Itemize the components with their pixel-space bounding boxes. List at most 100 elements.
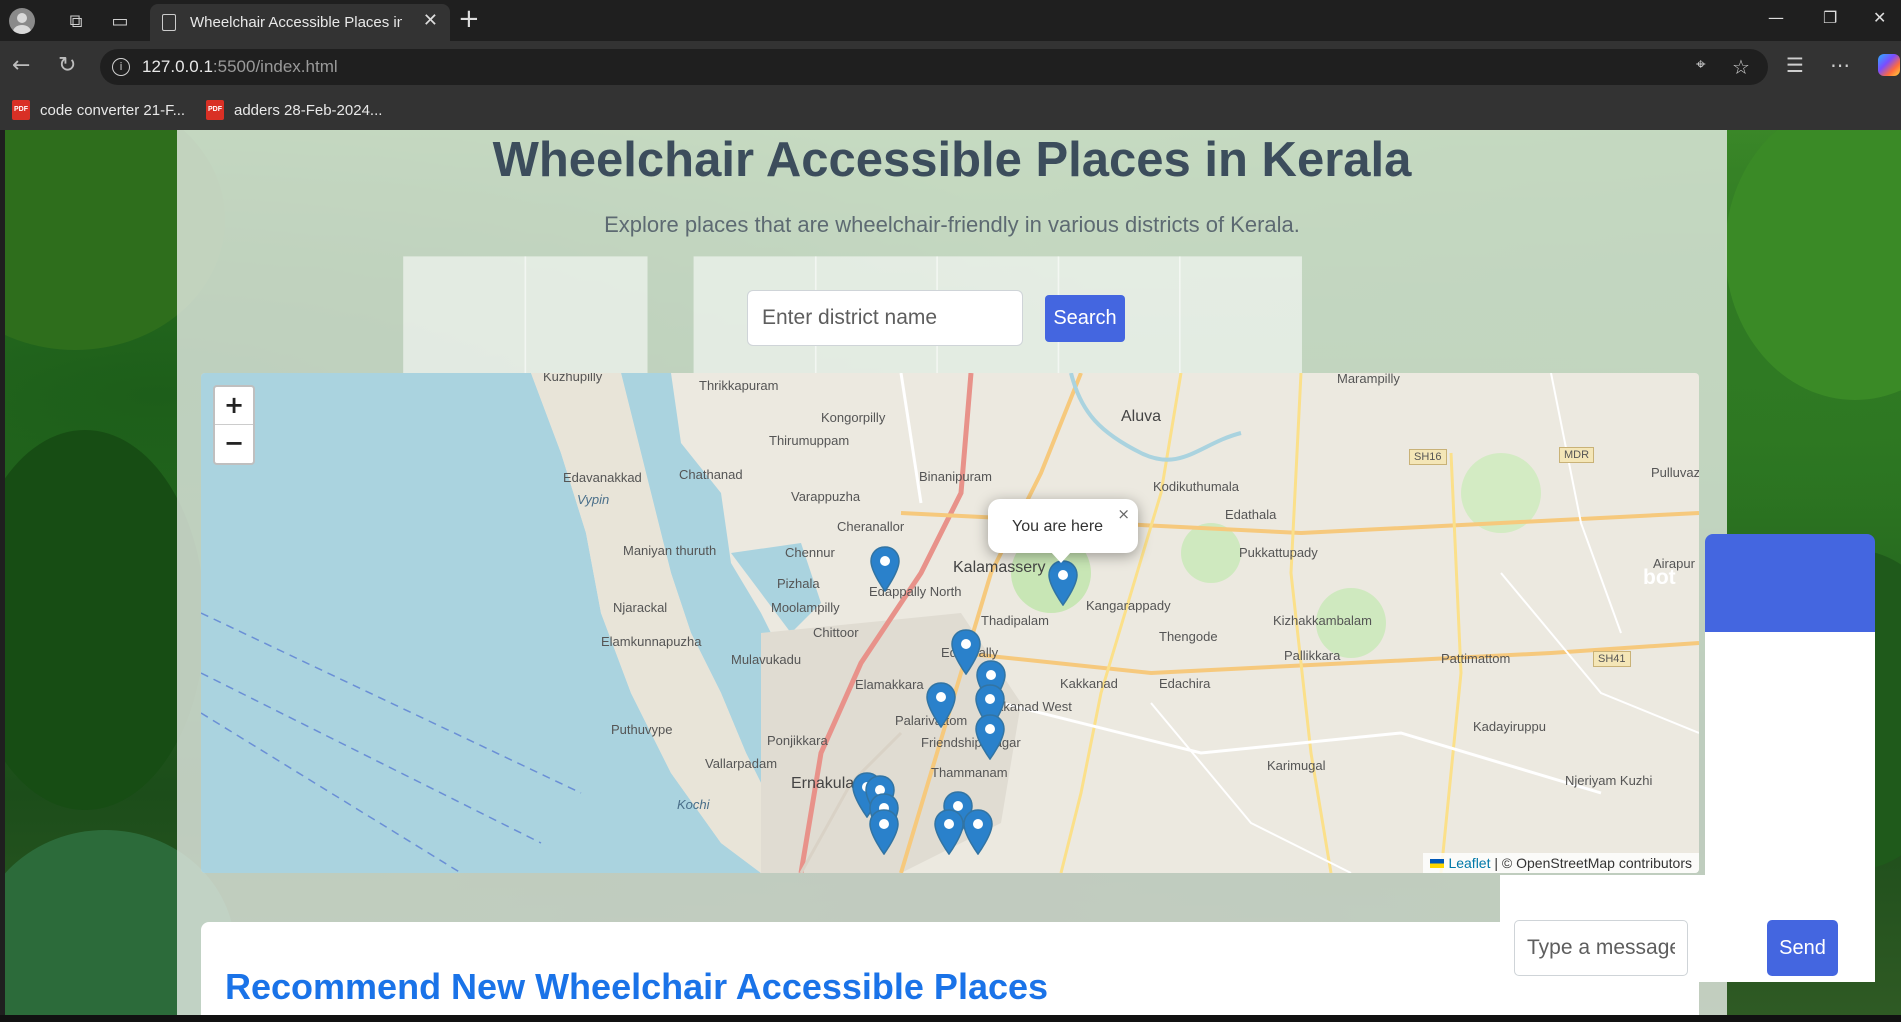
new-tab-icon[interactable]: + [458,4,480,34]
popup-close-icon[interactable]: × [1117,505,1130,523]
back-icon[interactable]: ← [12,53,30,78]
chatbot-title: bot [1643,566,1676,589]
map-label: Edathala [1225,507,1277,522]
restore-icon[interactable]: ❐ [1823,8,1837,27]
attribution-text: | © OpenStreetMap contributors [1494,855,1692,871]
workspaces-icon[interactable]: ⧉ [62,7,90,35]
popup-text: You are here [1012,518,1104,535]
map-label: Kakkanad [1060,676,1118,691]
map-label: Kalamassery [953,559,1046,576]
more-menu-icon[interactable]: ⋯ [1830,53,1850,77]
zoom-control: + − [213,385,255,465]
map-label: Thengode [1159,629,1218,644]
zoom-in-button[interactable]: + [215,387,253,425]
map-label: Kuzhupilly [543,373,603,384]
recommend-heading: Recommend New Wheelchair Accessible Plac… [225,966,1049,1007]
pdf-icon: PDF [12,100,30,120]
page-document-icon [162,14,176,31]
map-label: Kochi [677,797,710,812]
map-label: Kizhakkambalam [1273,613,1372,628]
bookmark-label: code converter 21-F... [40,101,186,119]
active-tab[interactable]: Wheelchair Accessible Places in Ke ✕ [150,4,450,41]
tab-close-icon[interactable]: ✕ [423,10,438,31]
tab-actions-icon[interactable]: ▭ [106,7,134,35]
favorite-star-icon[interactable]: ☆ [1732,55,1750,79]
chat-send-button[interactable]: Send [1767,920,1838,976]
map-label: Aluva [1121,408,1162,425]
map-label: Chennur [785,545,835,560]
map-label: Kongorpilly [821,410,886,425]
bookmark-label: adders 28-Feb-2024... [234,101,383,119]
map-label: Mulavukadu [731,652,802,667]
map-label: Varappuzha [791,489,861,504]
road-shield: SH41 [1593,651,1631,667]
map-label: Pulluvazhi [1651,465,1699,480]
map-label: Pallikkara [1284,648,1341,663]
map-label: Chittoor [813,625,859,640]
location-pin-icon[interactable]: ⌖ [1696,55,1706,75]
map-attribution: Leaflet | © OpenStreetMap contributors [1423,853,1699,873]
map-label: Chathanad [679,467,743,482]
favorites-list-icon[interactable]: ☰ [1786,53,1804,77]
recommend-section: Recommend New Wheelchair Accessible Plac… [201,922,1699,1015]
map-label: Kadayiruppu [1473,719,1546,734]
palm-foliage [1725,130,1901,400]
map-label: Pukkattupady [1239,545,1318,560]
district-search-input[interactable] [747,290,1023,346]
map-label: Edavanakkad [563,470,642,485]
page-subtitle: Explore places that are wheelchair-frien… [604,212,1300,237]
bookmark-item[interactable]: PDF adders 28-Feb-2024... [206,100,382,120]
zoom-out-button[interactable]: − [215,425,253,462]
map-label: Vallarpadam [705,756,778,771]
url-text: 127.0.0.1:5500/index.html [142,57,338,76]
copilot-icon[interactable] [1878,54,1900,76]
map-label: Vypin [577,492,610,507]
map-marker-icon[interactable] [975,714,1005,760]
chatbot-header[interactable]: bot [1643,534,1875,632]
reload-icon[interactable]: ↻ [58,53,76,78]
map-label: Puthuvype [611,722,673,737]
profile-avatar-icon[interactable] [8,7,36,35]
map-label: Pattimattom [1441,651,1511,666]
map-label: Elamakkara [855,677,924,692]
map-label: Thirumuppam [769,433,850,448]
map-marker-icon[interactable] [934,809,964,855]
map-marker-icon[interactable] [963,809,993,855]
address-bar: ← ↻ i 127.0.0.1:5500/index.html ⌖ ☆ ☰ ⋯ [0,41,1901,93]
map-label: Moolampilly [771,600,840,615]
page-viewport: ▇▇ ▇▇▇▇▇ Wheelchair Accessible Places in… [5,130,1901,1015]
ukraine-flag-icon [1430,859,1445,868]
chat-message-input[interactable] [1514,920,1688,976]
map-label: Pizhala [777,576,820,591]
palm-foliage [5,430,205,810]
site-info-icon[interactable]: i [112,58,130,76]
search-button[interactable]: Search [1045,295,1125,342]
map-label: Thadipalam [981,613,1049,628]
map-label: Kodikuthumala [1153,479,1239,494]
you-are-here-popup: You are here × [988,499,1138,563]
bookmarks-bar: PDF code converter 21-F... PDF adders 28… [0,93,1901,130]
minimize-icon[interactable]: — [1768,8,1784,27]
map-label: Cheranallor [837,519,905,534]
road-shield: SH16 [1409,449,1447,465]
map-label: Thrikkapuram [699,378,779,393]
map-label: Ponjikkara [767,733,828,748]
map-marker-icon[interactable] [926,682,956,728]
road-shield: MDR [1559,447,1595,463]
main-container: ▇▇ ▇▇▇▇▇ Wheelchair Accessible Places in… [177,130,1727,1015]
bookmark-item[interactable]: PDF code converter 21-F... [12,100,185,120]
map-label: Njeriyam Kuzhi [1565,773,1653,788]
leaflet-link[interactable]: Leaflet [1448,855,1490,871]
window-close-icon[interactable]: ✕ [1873,8,1886,27]
map-label: Elamkunnapuzha [601,634,702,649]
pdf-icon: PDF [206,100,224,120]
page-title: Wheelchair Accessible Places in Kerala [492,133,1412,187]
map-label: Maniyan thuruth [623,543,717,558]
url-field[interactable]: i 127.0.0.1:5500/index.html ⌖ ☆ [100,49,1768,85]
screen-bottom-edge [0,1015,1901,1022]
map-marker-icon[interactable] [870,546,900,592]
browser-tab-bar: ⧉ ▭ Wheelchair Accessible Places in Ke ✕… [0,0,1901,41]
map-label: Edachira [1159,676,1211,691]
map-marker-icon[interactable] [869,809,899,855]
leaflet-map[interactable]: Kuzhupilly Thrikkapuram Marampilly Kongo… [201,373,1699,873]
